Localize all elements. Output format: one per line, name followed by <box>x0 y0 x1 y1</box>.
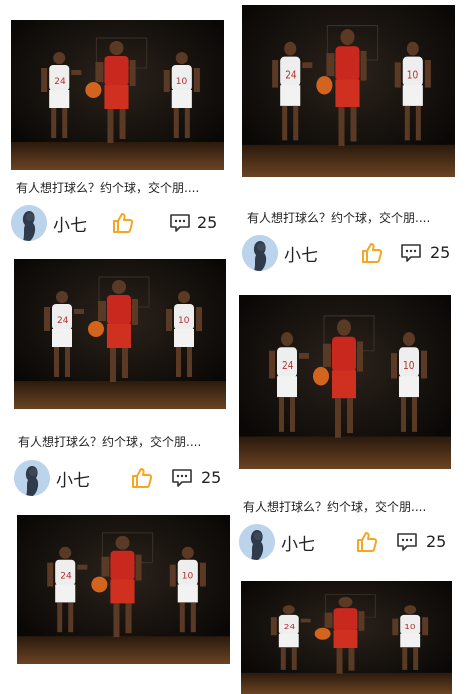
svg-text:24: 24 <box>282 361 293 373</box>
svg-text:24: 24 <box>54 77 66 87</box>
comment-icon[interactable] <box>400 243 422 263</box>
post-meta: 小七 25 <box>242 235 457 271</box>
comment-count: 25 <box>430 243 451 262</box>
comment-count: 25 <box>197 213 218 232</box>
svg-text:24: 24 <box>285 70 296 82</box>
comment-count: 25 <box>201 468 222 487</box>
svg-text:24: 24 <box>57 316 69 326</box>
svg-text:10: 10 <box>178 316 190 326</box>
comment-count: 25 <box>426 532 447 551</box>
user-avatar[interactable] <box>242 235 278 271</box>
thumbs-up-icon[interactable] <box>130 466 154 490</box>
svg-text:24: 24 <box>284 623 295 631</box>
post-caption: 有人想打球么？约个球，交个朋.... <box>243 500 427 514</box>
comment-icon[interactable] <box>169 213 191 233</box>
post-meta: 小七 25 <box>14 460 229 496</box>
svg-text:10: 10 <box>182 572 194 582</box>
thumbs-up-icon[interactable] <box>111 211 135 235</box>
svg-text:10: 10 <box>176 77 188 87</box>
post-photo[interactable]: 24 10 <box>14 259 226 409</box>
thumbs-up-icon[interactable] <box>360 241 384 265</box>
post-photo[interactable]: 24 10 <box>17 515 230 664</box>
author-name[interactable]: 小七 <box>56 466 90 491</box>
author-name[interactable]: 小七 <box>281 530 315 555</box>
thumbs-up-icon[interactable] <box>355 530 379 554</box>
post-caption: 有人想打球么？约个球，交个朋.... <box>16 181 200 195</box>
author-name[interactable]: 小七 <box>284 241 318 266</box>
post-photo[interactable]: 24 10 <box>242 5 455 177</box>
post-meta: 小七 25 <box>239 524 454 560</box>
user-avatar[interactable] <box>239 524 275 560</box>
comment-icon[interactable] <box>396 532 418 552</box>
svg-text:24: 24 <box>60 572 72 582</box>
post-photo[interactable]: 24 10 <box>11 20 224 170</box>
author-name[interactable]: 小七 <box>53 211 87 236</box>
waterfall-feed: 24 10 有人想打球么？约个球，交个朋.... 小七 25 24 10 有人想… <box>0 0 469 694</box>
svg-text:10: 10 <box>407 70 418 82</box>
user-avatar[interactable] <box>11 205 47 241</box>
svg-text:10: 10 <box>404 623 415 631</box>
svg-text:10: 10 <box>403 361 414 373</box>
post-meta: 小七 25 <box>11 205 226 241</box>
post-caption: 有人想打球么？约个球，交个朋.... <box>247 211 431 225</box>
user-avatar[interactable] <box>14 460 50 496</box>
comment-icon[interactable] <box>171 468 193 488</box>
post-photo[interactable]: 24 10 <box>239 295 451 469</box>
post-caption: 有人想打球么？约个球，交个朋.... <box>18 435 202 449</box>
post-photo[interactable]: 24 10 <box>241 581 452 694</box>
